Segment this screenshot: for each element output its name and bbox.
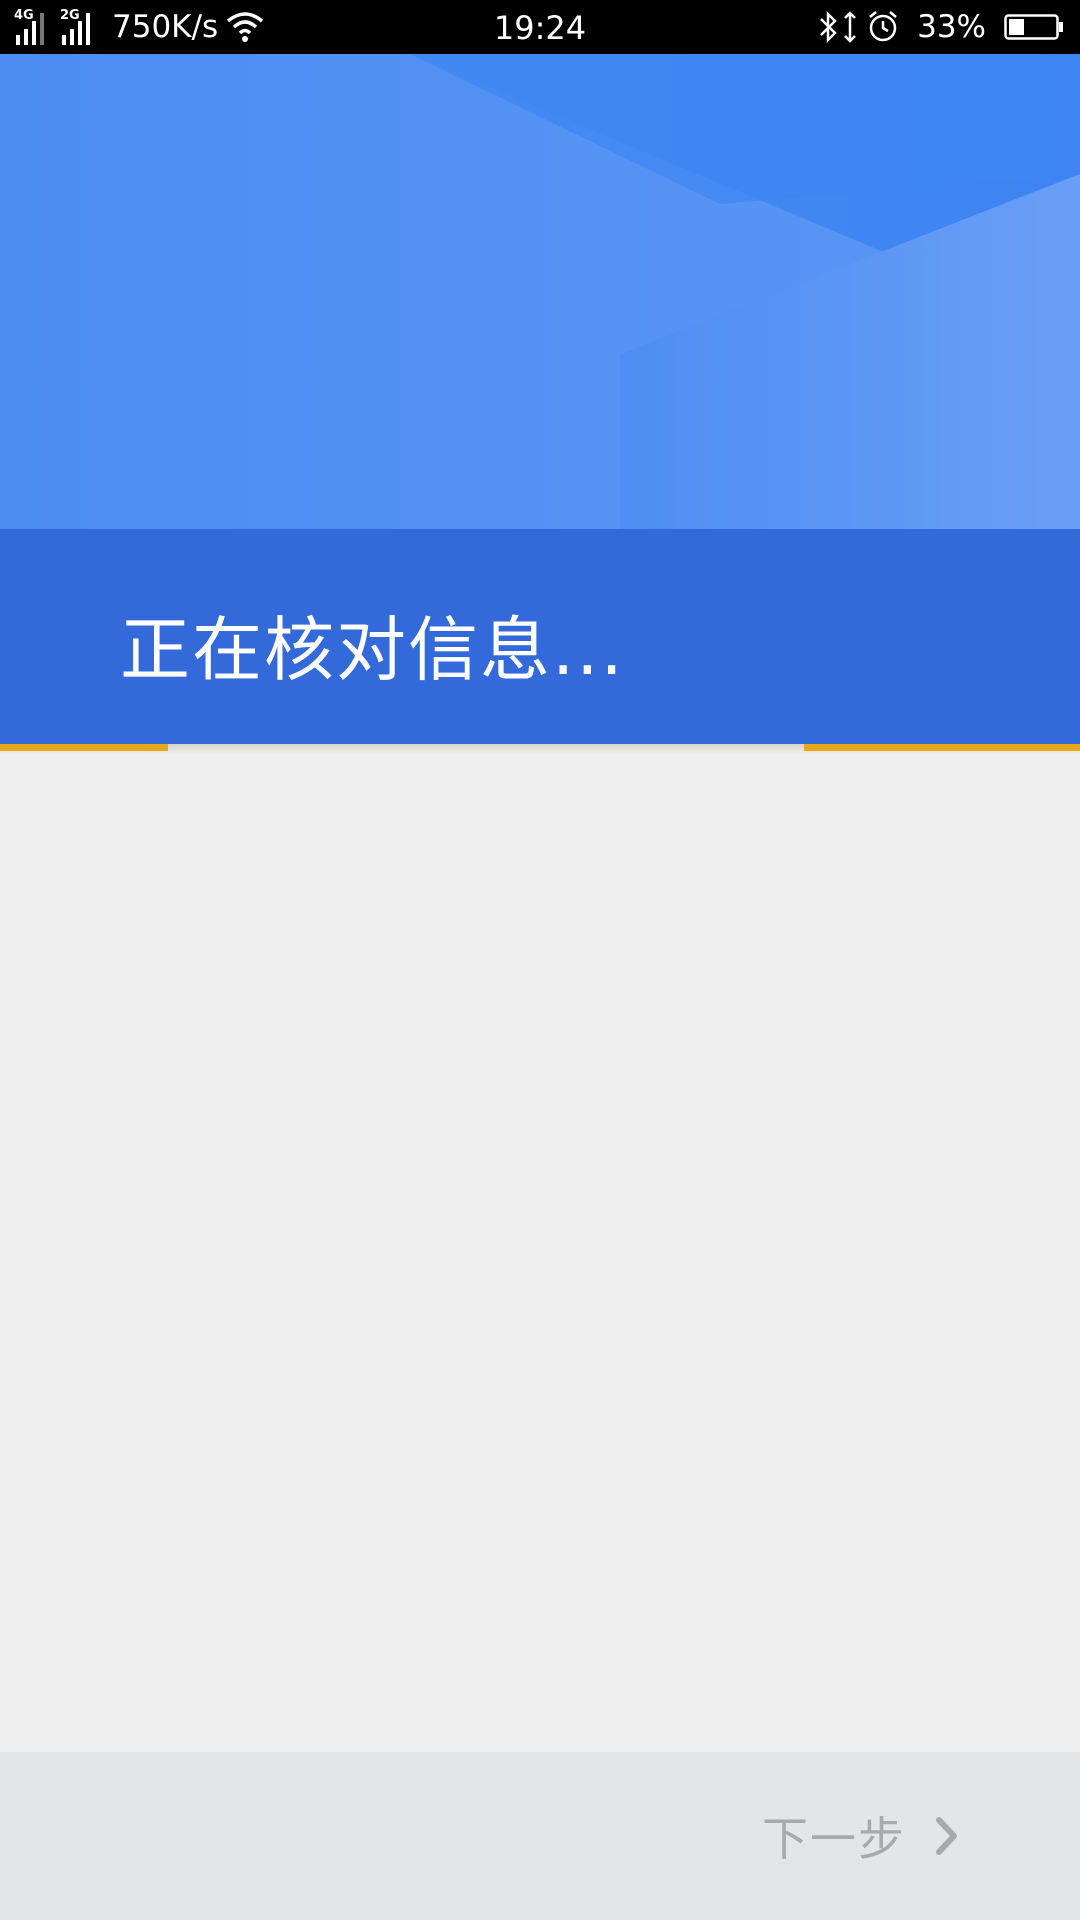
next-button[interactable]: 下一步 <box>762 1796 960 1876</box>
bottom-bar: 下一步 <box>0 1752 1080 1920</box>
header: 正在核对信息... <box>0 54 1080 744</box>
progress-indicator-right <box>804 744 1080 751</box>
content-area <box>0 760 1080 1752</box>
page-title: 正在核对信息... <box>120 609 625 691</box>
progress-indicator-left <box>0 744 168 751</box>
alarm-icon <box>869 11 897 42</box>
chevron-right-icon <box>936 1817 957 1855</box>
next-button-label: 下一步 <box>762 1812 906 1866</box>
status-bar: 4G 2G 750K/s 19:24 33% <box>0 0 1080 54</box>
bluetooth-icon <box>820 10 837 44</box>
battery-icon <box>1004 14 1063 40</box>
screen: 4G 2G 750K/s 19:24 33% 正在核对信息... 下一步 <box>0 0 1080 1920</box>
battery-percent: 33% <box>917 9 986 45</box>
data-transfer-icon <box>844 11 856 43</box>
status-bar-right: 33% <box>807 0 1064 54</box>
